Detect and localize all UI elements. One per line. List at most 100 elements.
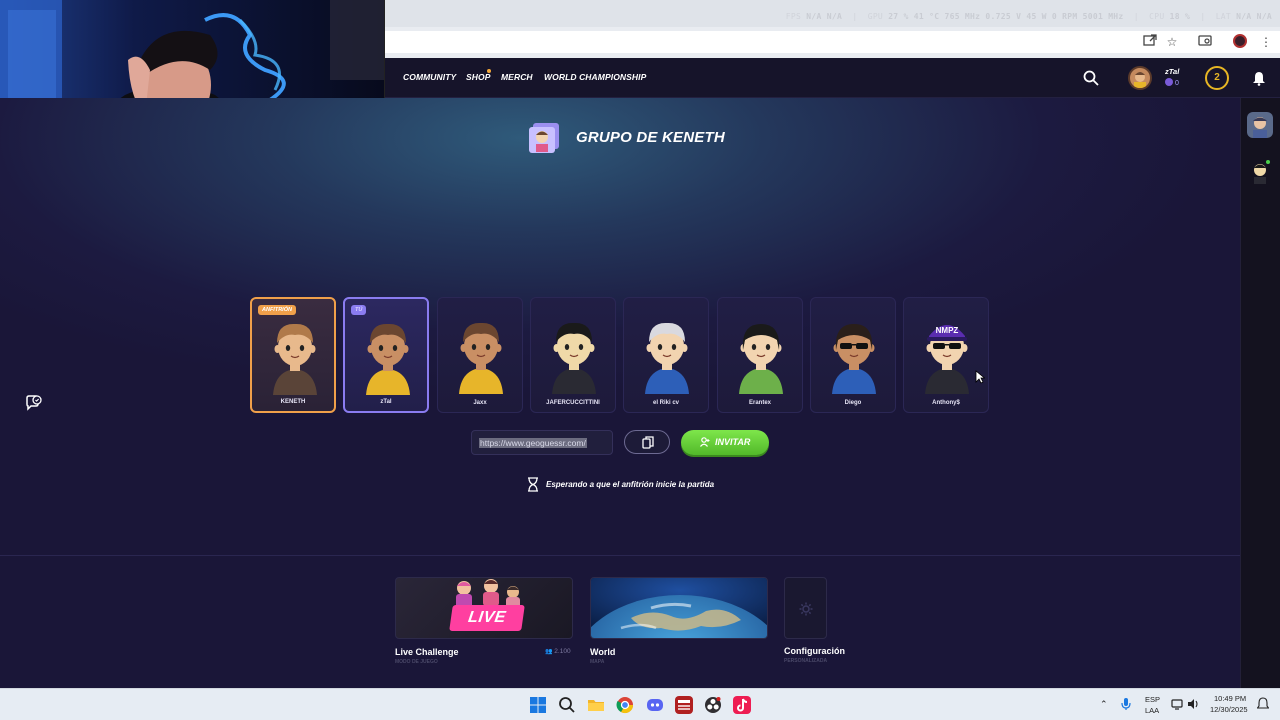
lat-label: LAT xyxy=(1215,12,1232,21)
friend-avatar-1[interactable] xyxy=(1247,112,1273,138)
discord-icon[interactable] xyxy=(646,696,664,714)
player-name: JAFERCUCCITTINI xyxy=(546,400,600,406)
player-card[interactable]: NMPZ Anthony$ xyxy=(903,297,989,413)
player-card[interactable]: TÚ zTal xyxy=(343,297,429,413)
level-badge[interactable]: 2 xyxy=(1205,66,1229,90)
player-card[interactable]: Erantex xyxy=(717,297,803,413)
clock-date[interactable]: 12/30/2025 xyxy=(1210,705,1248,714)
fps-low: N/A xyxy=(826,12,843,21)
bell-icon[interactable] xyxy=(1251,70,1267,86)
player-card[interactable]: ANFITRIÓN KENETH xyxy=(250,297,336,413)
cpu-stats: 18 % xyxy=(1169,12,1191,21)
site-nav: COMMUNITY SHOP MERCH WORLD CHAMPIONSHIP … xyxy=(385,58,1280,98)
player-avatar xyxy=(739,324,783,394)
player-card[interactable]: el Riki cv xyxy=(623,297,709,413)
player-name: zTal xyxy=(380,399,392,405)
microphone-icon[interactable] xyxy=(1119,697,1133,711)
player-avatar xyxy=(366,323,410,395)
live-challenge-name[interactable]: Live Challenge xyxy=(395,647,459,657)
nav-shop[interactable]: SHOP xyxy=(466,72,491,82)
user-name[interactable]: zTal xyxy=(1165,67,1179,76)
profile-avatar-icon[interactable] xyxy=(1233,34,1249,50)
coin-count: 0 xyxy=(1174,80,1179,87)
live-badge: LIVE xyxy=(449,605,525,631)
fps-label: FPS xyxy=(785,12,802,21)
section-divider xyxy=(0,555,1240,556)
player-avatar: NMPZ xyxy=(925,325,969,394)
tray-chevron-icon[interactable]: ⌃ xyxy=(1100,699,1108,710)
live-challenge-tile[interactable]: LIVE xyxy=(395,577,573,639)
windows-start-icon[interactable] xyxy=(529,696,547,714)
players-icon: 👥 xyxy=(545,649,553,655)
performance-overlay: FPS N/A N/A | GPU 27 % 41 °C 765 MHz 0.7… xyxy=(785,12,1272,21)
volume-icon[interactable] xyxy=(1186,697,1200,711)
keyboard-layout[interactable]: LAA xyxy=(1145,706,1159,715)
waiting-status: Esperando a que el anfitrión inicie la p… xyxy=(546,480,715,489)
friends-rail xyxy=(1240,98,1280,688)
player-name: KENETH xyxy=(280,399,306,405)
group-title: GRUPO DE KENETH xyxy=(576,129,725,146)
player-avatar xyxy=(459,322,503,394)
player-avatar xyxy=(552,322,596,394)
settings-tile[interactable] xyxy=(784,577,827,639)
fps-value: N/A xyxy=(806,12,822,21)
gpu-stats: 27 % 41 °C 765 MHz 0.725 V 45 W 0 RPM 50… xyxy=(888,12,1124,21)
nav-world-championship[interactable]: WORLD CHAMPIONSHIP xyxy=(544,72,646,82)
hourglass-icon xyxy=(528,477,538,492)
friend-avatar-2[interactable] xyxy=(1247,158,1273,184)
add-user-icon xyxy=(700,437,710,447)
player-name: Jaxx xyxy=(473,400,487,406)
shop-notification-dot xyxy=(487,69,491,73)
gear-icon xyxy=(799,602,813,616)
chrome-icon[interactable] xyxy=(616,696,634,714)
player-card[interactable]: Jaxx xyxy=(437,297,523,413)
keyboard-language[interactable]: ESP xyxy=(1145,695,1160,704)
nav-merch[interactable]: MERCH xyxy=(501,72,533,82)
live-challenge-players: 👥 2.100 xyxy=(545,648,571,655)
bookmark-star-icon[interactable]: ☆ xyxy=(1164,34,1180,50)
notification-bell-icon[interactable] xyxy=(1256,697,1270,711)
settings-subtitle: PERSONALIZADA xyxy=(784,658,828,664)
invite-button-label: INVITAR xyxy=(715,437,751,447)
settings-name[interactable]: Configuración xyxy=(784,646,845,656)
player-name: Diego xyxy=(844,400,862,406)
invite-button[interactable]: INVITAR xyxy=(681,430,769,455)
user-avatar[interactable] xyxy=(1128,66,1152,90)
player-card[interactable]: Diego xyxy=(810,297,896,413)
player-name: Anthony$ xyxy=(932,400,960,406)
search-icon[interactable] xyxy=(1083,70,1099,86)
windows-taskbar: ⌃ ESP LAA 10:49 PM 12/30/2025 xyxy=(0,688,1280,720)
obs-icon[interactable] xyxy=(704,696,722,714)
live-challenge-player-count: 2.100 xyxy=(554,648,571,655)
cap-text: NMPZ xyxy=(936,326,959,335)
gpu-label: GPU xyxy=(867,12,884,21)
live-challenge-subtitle: MODO DE JUEGO xyxy=(395,659,438,665)
copy-link-button[interactable] xyxy=(624,430,670,454)
world-map-tile[interactable] xyxy=(590,577,768,639)
invite-url-field[interactable]: https://www.geoguessr.com/ xyxy=(471,430,613,455)
player-name: Erantex xyxy=(748,400,771,406)
install-app-icon[interactable] xyxy=(1142,34,1158,50)
more-menu-icon[interactable]: ⋮ xyxy=(1258,34,1274,50)
player-avatar xyxy=(273,323,317,395)
nav-community[interactable]: COMMUNITY xyxy=(403,72,456,82)
voice-app-icon[interactable] xyxy=(675,696,693,714)
chat-icon[interactable] xyxy=(25,394,43,412)
world-map-name[interactable]: World xyxy=(590,647,615,657)
copy-icon xyxy=(642,436,654,449)
screen-cast-icon[interactable] xyxy=(1197,34,1213,50)
player-avatar xyxy=(645,322,689,394)
taskbar-search-icon[interactable] xyxy=(558,696,576,714)
group-icon xyxy=(529,123,559,153)
clock-time[interactable]: 10:49 PM xyxy=(1214,694,1246,703)
user-coins: 0 xyxy=(1165,78,1179,87)
browser-chrome: FPS N/A N/A | GPU 27 % 41 °C 765 MHz 0.7… xyxy=(385,0,1280,58)
tiktok-icon[interactable] xyxy=(733,696,751,714)
lat-stats: N/A N/A xyxy=(1236,12,1272,21)
network-icon[interactable] xyxy=(1170,697,1184,711)
mouse-cursor xyxy=(975,370,985,384)
player-avatar xyxy=(832,324,876,394)
player-card[interactable]: JAFERCUCCITTINI xyxy=(530,297,616,413)
file-explorer-icon[interactable] xyxy=(587,696,605,714)
player-name: el Riki cv xyxy=(652,400,679,406)
